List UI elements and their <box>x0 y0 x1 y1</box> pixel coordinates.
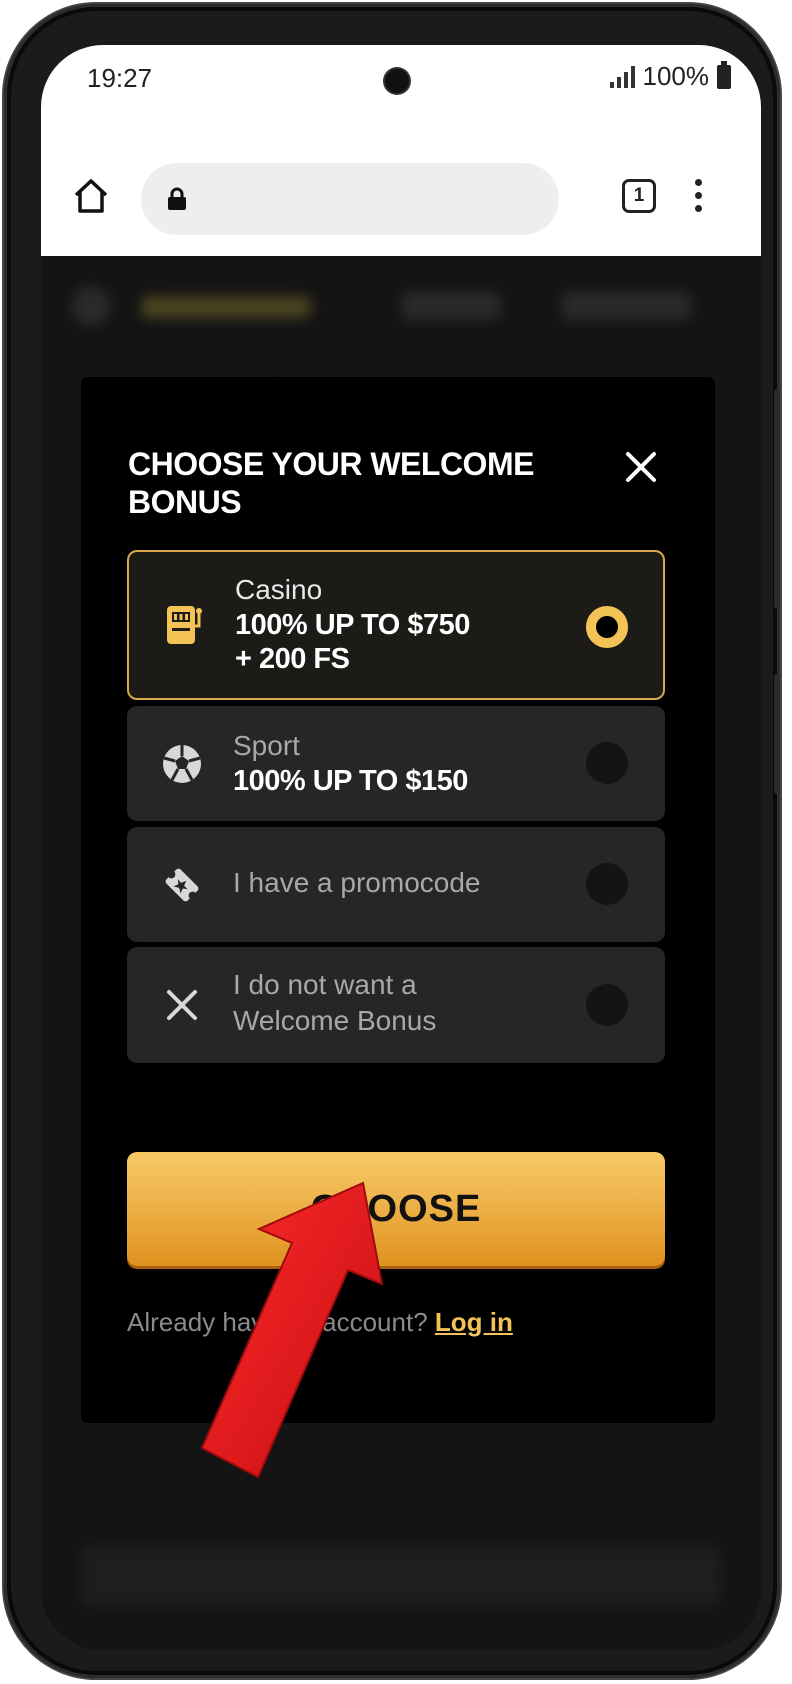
annotation-arrow <box>200 1181 384 1479</box>
phone-frame: 19:27 100% 1 CHOOSE YOUR WELCOME BONUS C… <box>4 4 780 1678</box>
volume-button <box>774 389 780 609</box>
phone-screen: 19:27 100% 1 CHOOSE YOUR WELCOME BONUS C… <box>41 45 761 1650</box>
power-button <box>774 674 780 794</box>
